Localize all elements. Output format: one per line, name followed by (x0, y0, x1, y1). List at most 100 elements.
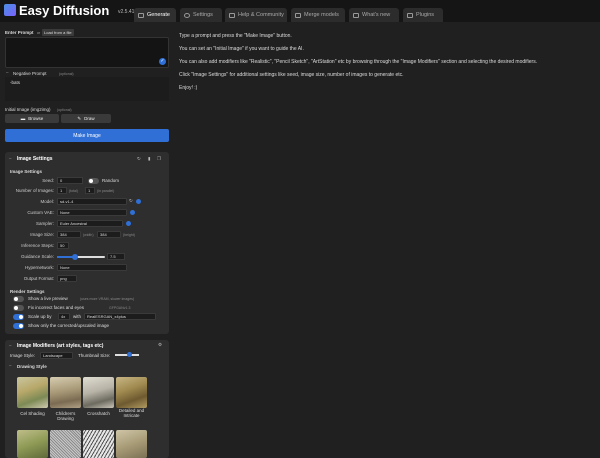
image-style-select[interactable]: Landscape (40, 352, 73, 359)
pencil-icon: ✎ (77, 115, 82, 121)
upscale-model-select[interactable]: RealESRGAN_x4plus (84, 313, 156, 320)
collapse-icon[interactable]: – (6, 70, 9, 75)
inference-steps-label: Inference Steps: (21, 243, 54, 248)
collapse-icon[interactable]: – (9, 156, 12, 161)
parallel-label: (in parallel) (97, 189, 115, 193)
folder-icon: ▬ (20, 116, 26, 121)
initial-image-optional: (optional) (57, 108, 72, 112)
num-images-input[interactable]: 1 (57, 187, 67, 194)
render-settings-title: Render Settings (10, 289, 45, 294)
guidance-scale-handle[interactable] (71, 254, 78, 260)
info-line: Type a prompt and press the "Make Image"… (179, 33, 292, 39)
image-modifiers-title: Image Modifiers (art styles, tags etc) (17, 343, 104, 349)
bolt-icon (353, 12, 359, 18)
upscale-amount-select[interactable]: 4x (58, 313, 70, 320)
image-settings-section: Image Settings (10, 169, 43, 174)
merge-icon (295, 12, 301, 18)
thumbnail-size-handle[interactable] (126, 352, 132, 357)
info-line: You can set an "Initial Image" if you wa… (179, 46, 304, 52)
show-corrected-toggle[interactable] (13, 323, 24, 329)
image-settings-title: Image Settings (17, 156, 53, 162)
modifier-card[interactable] (116, 430, 147, 458)
fix-faces-model: GFPGANv1.3 (109, 306, 131, 310)
tab-whats-new[interactable]: What's new (349, 8, 399, 22)
fix-faces-toggle[interactable] (13, 305, 24, 311)
collapse-icon[interactable]: – (9, 343, 12, 348)
modifier-card-cel-shading[interactable] (17, 377, 48, 408)
browse-button[interactable]: ▬ Browse (5, 114, 59, 123)
modifier-card[interactable] (83, 430, 114, 458)
make-image-button[interactable]: Make Image (5, 129, 169, 142)
prompt-input[interactable] (5, 37, 169, 68)
draw-button[interactable]: ✎ Draw (61, 114, 111, 123)
image-size-label: Image Size: (30, 232, 54, 237)
random-seed-toggle[interactable] (88, 178, 99, 184)
info-line: You can also add modifiers like "Realist… (179, 59, 538, 65)
reset-icon[interactable]: ↻ (137, 156, 141, 162)
tab-help[interactable]: Help & Community (225, 8, 287, 22)
width-unit: (width) (83, 233, 94, 237)
prompt-or: or (37, 31, 41, 35)
seed-label: Seed: (42, 178, 54, 183)
modifier-card[interactable] (17, 430, 48, 458)
info-line: Enjoy! :) (179, 85, 198, 91)
custom-vae-select[interactable]: None (57, 209, 127, 216)
seed-input[interactable]: 0 (57, 177, 83, 184)
sampler-select[interactable]: Euler Ancestral (57, 220, 123, 227)
height-unit: (height) (123, 233, 135, 237)
gear-icon[interactable]: ⚙ (158, 342, 162, 348)
live-preview-hint: (uses more VRAM, slower images) (80, 297, 135, 301)
tab-generate[interactable]: Generate (134, 8, 176, 22)
parallel-input[interactable]: 1 (85, 187, 95, 194)
random-label: Random (102, 178, 120, 183)
output-format-label: Output Format: (23, 276, 54, 281)
modifier-label: Children's Drawing (55, 411, 76, 421)
image-icon (138, 12, 144, 18)
modifier-card[interactable] (50, 430, 81, 458)
sampler-label: Sampler: (35, 221, 54, 226)
info-icon[interactable] (136, 199, 141, 204)
output-format-select[interactable]: png (57, 275, 77, 282)
trash-icon[interactable]: ▮ (148, 156, 150, 162)
upscale-with-label: with (73, 314, 82, 319)
info-icon[interactable] (126, 221, 131, 226)
info-line: Click "Image Settings" for additional se… (179, 72, 404, 78)
info-icon[interactable] (130, 210, 135, 215)
prompt-label: Enter Prompt (5, 30, 34, 35)
gear-icon (184, 12, 190, 18)
guidance-scale-input[interactable]: 7.5 (107, 253, 125, 260)
live-preview-toggle[interactable] (13, 296, 24, 302)
modifier-card-crosshatch[interactable] (83, 377, 114, 408)
puzzle-icon (407, 12, 413, 18)
drawing-style-title: Drawing Style (17, 364, 47, 369)
upscale-label: Scale up by (28, 314, 52, 319)
load-from-file-button[interactable]: Load from a file (42, 29, 74, 36)
copy-icon[interactable]: ❐ (157, 156, 161, 162)
collapse-icon[interactable]: – (9, 363, 12, 368)
tab-merge[interactable]: Merge models (291, 8, 345, 22)
chat-icon (229, 12, 235, 18)
negative-prompt-optional: (optional) (59, 72, 74, 76)
inference-steps-input[interactable]: 50 (57, 242, 69, 249)
model-label: Model: (40, 199, 54, 204)
modifier-label: Detailed and Intricate (118, 408, 145, 418)
upscale-toggle[interactable] (13, 314, 24, 320)
app-title: Easy Diffusion (19, 3, 110, 18)
tab-plugins[interactable]: Plugins (403, 8, 443, 22)
live-preview-label: Show a live preview (28, 296, 68, 301)
total-label: (total) (69, 189, 78, 193)
height-select[interactable]: 384 (97, 231, 121, 238)
negative-prompt-input[interactable] (5, 77, 169, 101)
modifier-card-childrens-drawing[interactable] (50, 377, 81, 408)
show-corrected-label: Show only the corrected/upscaled image (28, 323, 110, 328)
refresh-icon[interactable]: ↻ (129, 198, 133, 204)
model-select[interactable]: sd-v1-4 (57, 198, 127, 205)
hypernetwork-select[interactable]: None (57, 264, 127, 271)
tab-settings[interactable]: Settings (180, 8, 222, 22)
initial-image-label: Initial Image (img2img) (5, 107, 51, 112)
width-select[interactable]: 384 (57, 231, 81, 238)
image-style-label: Image Style: (10, 353, 36, 358)
thumbnail-size-label: Thumbnail Size: (78, 353, 111, 358)
negative-prompt-label: Negative Prompt (13, 71, 47, 76)
modifier-card-detailed-intricate[interactable] (116, 377, 147, 408)
